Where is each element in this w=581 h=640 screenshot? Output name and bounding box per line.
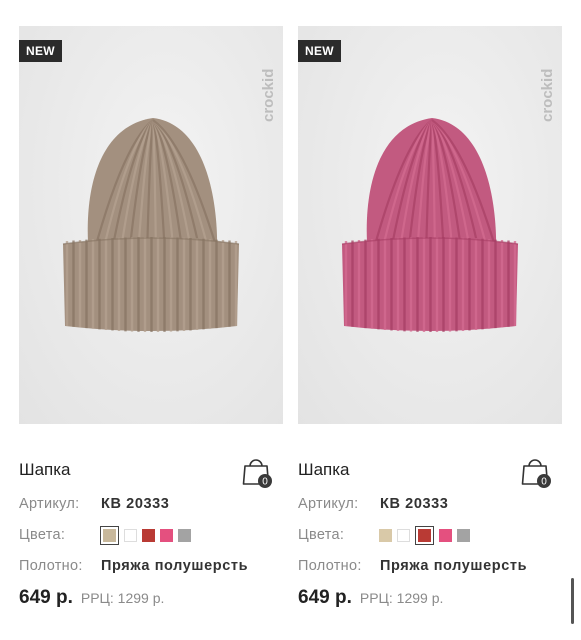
fabric-value: Пряжа полушерсть [101,558,249,574]
svg-text:crockid: crockid [261,69,277,122]
color-swatches [379,525,470,545]
fabric-label: Полотно: [298,558,362,574]
article-value: КВ 20333 [101,496,170,512]
price-row: 649 р. РРЦ: 1299 р. [19,587,283,609]
colors-row: Цвета: [298,525,562,545]
color-swatch[interactable] [439,528,452,542]
product-card[interactable]: NEW crockid Шапка 0 Артикул: КВ 20333 Цв… [298,26,562,609]
rrc-price: РРЦ: 1299 р. [80,590,165,606]
product-image[interactable]: NEW crockid [19,26,283,424]
hat-illustration [341,118,519,332]
color-swatch[interactable] [415,525,434,545]
product-card[interactable]: NEW crockid Шапка 0 Артикул: КВ 20333 Цв… [19,26,283,609]
cart-count: 0 [262,477,268,488]
article-row: Артикул: КВ 20333 [298,495,562,513]
cart-icon[interactable]: 0 [241,456,273,490]
brand-logo: crockid [540,69,556,122]
article-label: Артикул: [298,496,359,512]
cart-icon[interactable]: 0 [520,456,552,490]
price-row: 649 р. РРЦ: 1299 р. [298,587,562,609]
color-swatches [100,525,191,545]
rrc-price: РРЦ: 1299 р. [359,590,444,606]
svg-text:crockid: crockid [540,69,556,122]
colors-label: Цвета: [298,527,345,543]
fabric-label: Полотно: [19,558,83,574]
color-swatch[interactable] [100,525,119,545]
color-swatch[interactable] [124,528,137,542]
color-swatch[interactable] [160,528,173,542]
color-swatch[interactable] [142,528,155,542]
color-swatch[interactable] [379,528,392,542]
brand-logo: crockid [261,69,277,122]
fabric-row: Полотно: Пряжа полушерсть [298,557,562,575]
article-row: Артикул: КВ 20333 [19,495,283,513]
article-value: КВ 20333 [380,496,449,512]
article-label: Артикул: [19,496,80,512]
colors-label: Цвета: [19,527,66,543]
colors-row: Цвета: [19,525,283,545]
product-image[interactable]: NEW crockid [298,26,562,424]
price: 649 р. [298,587,352,608]
hat-illustration [62,118,240,332]
color-swatch[interactable] [397,528,410,542]
price: 649 р. [19,587,73,608]
color-swatch[interactable] [457,528,470,542]
fabric-value: Пряжа полушерсть [380,558,528,574]
fabric-row: Полотно: Пряжа полушерсть [19,557,283,575]
scrollbar[interactable] [571,578,574,624]
cart-count: 0 [541,477,547,488]
color-swatch[interactable] [178,528,191,542]
new-badge: NEW [19,40,62,62]
new-badge: NEW [298,40,341,62]
